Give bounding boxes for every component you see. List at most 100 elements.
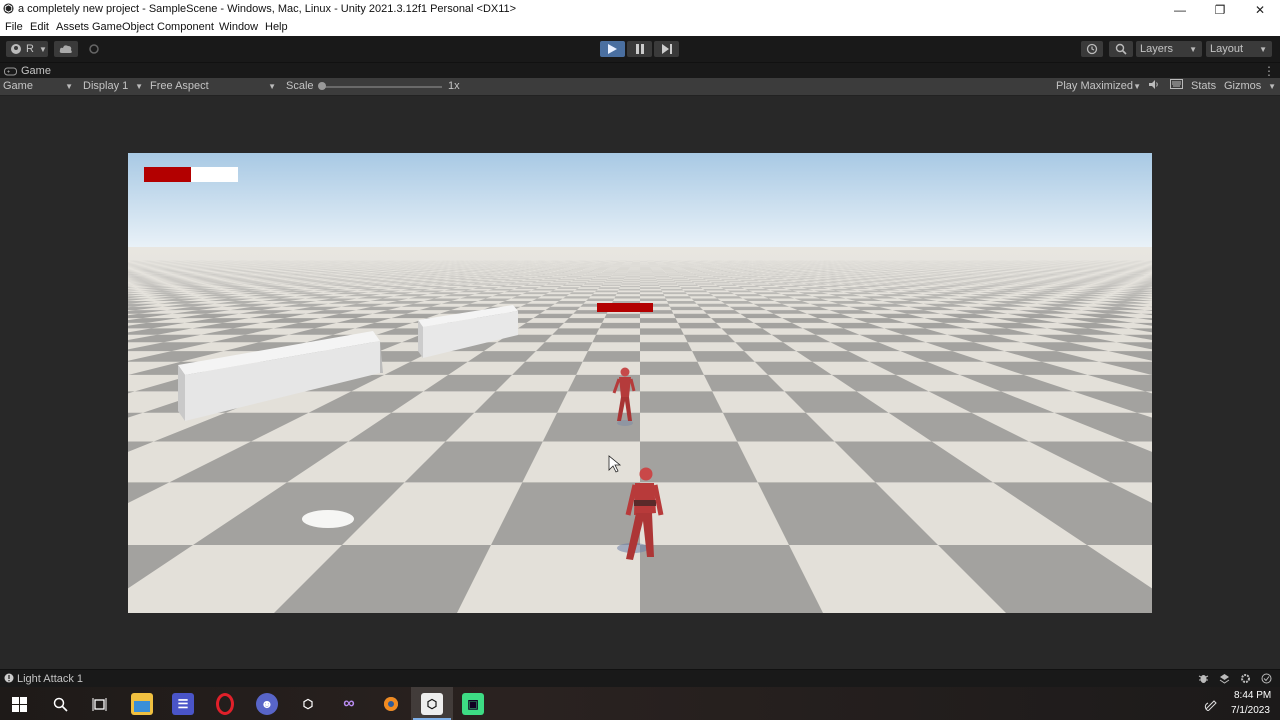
android-studio-icon[interactable]: ▣ xyxy=(462,693,484,715)
blender-icon[interactable] xyxy=(380,693,402,715)
cloud-button[interactable] xyxy=(54,41,78,57)
gizmos-dropdown[interactable]: Gizmos ▼ xyxy=(1224,80,1276,92)
minimize-button[interactable]: — xyxy=(1160,0,1200,19)
chevron-down-icon: ▼ xyxy=(1259,44,1267,54)
search-icon xyxy=(1115,43,1127,55)
menu-window[interactable]: Window xyxy=(219,21,258,33)
close-button[interactable]: ✕ xyxy=(1240,0,1280,19)
title-bar: a completely new project - SampleScene -… xyxy=(0,0,1280,19)
floor-tile xyxy=(535,342,593,352)
play-icon xyxy=(608,44,617,54)
floor-tile xyxy=(683,334,736,343)
scale-label: Scale xyxy=(286,80,314,92)
settings-icon[interactable] xyxy=(1240,673,1251,684)
floor-tile xyxy=(552,328,600,335)
layout-label: Layout xyxy=(1210,43,1244,55)
unity-icon[interactable]: ⬡ xyxy=(421,693,443,715)
layers-icon[interactable] xyxy=(1219,673,1230,684)
game-scene xyxy=(128,153,1152,613)
restore-button[interactable]: ❐ xyxy=(1200,0,1240,19)
chevron-down-icon: ▼ xyxy=(1268,82,1276,91)
gear-icon xyxy=(89,44,99,54)
pen-icon[interactable] xyxy=(1204,697,1218,711)
chevron-down-icon: ▼ xyxy=(38,44,47,54)
menu-file[interactable]: File xyxy=(5,21,23,33)
main-toolbar: R ▼ Layers ▼ Layout ▼ xyxy=(0,36,1280,62)
tab-row: Game ⋮ xyxy=(0,62,1280,79)
floor-tile xyxy=(599,322,640,329)
search-button[interactable] xyxy=(1109,41,1133,57)
floor-tile xyxy=(677,322,722,329)
keyboard-icon xyxy=(1170,79,1183,89)
vs-icon[interactable]: ∞ xyxy=(338,693,360,715)
menu-assets[interactable]: Assets xyxy=(56,21,89,33)
floor-tile xyxy=(542,412,640,442)
menu-edit[interactable]: Edit xyxy=(30,21,49,33)
layers-dropdown[interactable]: Layers ▼ xyxy=(1136,41,1202,57)
cloud-icon xyxy=(59,45,72,53)
taskbar: ☰ ☻ ⬡ ∞ ⬡ ▣ 8:44 PM 7/1/2023 xyxy=(0,687,1280,720)
visual-studio-icon[interactable]: ☰ xyxy=(172,693,194,715)
windows-start-icon[interactable] xyxy=(12,697,27,712)
scale-slider-handle[interactable] xyxy=(318,82,326,90)
play-mode-dropdown[interactable]: Play Maximized ▼ xyxy=(1056,80,1142,92)
floor-tile xyxy=(711,318,754,323)
play-button[interactable] xyxy=(600,41,625,57)
floor-tile xyxy=(640,328,684,335)
display-dropdown[interactable]: Display 1 ▼ xyxy=(83,80,145,92)
scale-value: 1x xyxy=(448,80,460,92)
step-button[interactable] xyxy=(654,41,679,57)
chevron-down-icon: ▼ xyxy=(135,82,143,91)
spawn-disc xyxy=(302,510,354,528)
unity-hub-icon[interactable]: ⬡ xyxy=(297,693,319,715)
collab-button[interactable] xyxy=(84,41,104,57)
floor-tile xyxy=(640,391,723,413)
pause-button[interactable] xyxy=(627,41,652,57)
floor-tile xyxy=(692,351,755,362)
view-mode-dropdown[interactable]: Game ▼ xyxy=(3,80,75,92)
aspect-dropdown[interactable]: Free Aspect ▼ xyxy=(150,80,278,92)
game-viewport[interactable] xyxy=(128,153,1152,613)
account-button[interactable]: R ▼ xyxy=(6,41,48,57)
task-view-icon[interactable] xyxy=(92,697,107,712)
chevron-down-icon: ▼ xyxy=(65,82,73,91)
bug-icon[interactable] xyxy=(1198,673,1209,684)
search-icon[interactable] xyxy=(53,697,68,712)
status-message[interactable]: Light Attack 1 xyxy=(17,673,83,685)
layers-label: Layers xyxy=(1140,43,1174,55)
menu-help[interactable]: Help xyxy=(265,21,288,33)
chevron-down-icon: ▼ xyxy=(268,82,276,91)
discord-icon[interactable]: ☻ xyxy=(256,693,278,715)
opera-icon[interactable] xyxy=(214,693,236,715)
unity-icon xyxy=(3,3,14,14)
gizmos-label: Gizmos xyxy=(1224,80,1262,92)
menu-bar: File Edit Assets GameObject Component Wi… xyxy=(0,19,1280,36)
display-label: Display 1 xyxy=(83,80,129,92)
game-view-toolbar: Game ▼ Display 1 ▼ Free Aspect ▼ Scale 1… xyxy=(0,78,1280,96)
shortcuts-button[interactable] xyxy=(1170,79,1183,92)
history-button[interactable] xyxy=(1081,41,1103,57)
floor-tile xyxy=(582,351,640,362)
scale-slider-track[interactable] xyxy=(320,86,442,88)
info-icon xyxy=(4,673,14,683)
check-icon[interactable] xyxy=(1261,673,1272,684)
account-label: R xyxy=(26,43,34,55)
speaker-icon xyxy=(1149,80,1158,89)
mute-audio-button[interactable] xyxy=(1149,79,1160,93)
floor-tile xyxy=(640,361,704,375)
file-explorer-icon[interactable] xyxy=(131,693,153,715)
stats-button[interactable]: Stats xyxy=(1191,80,1216,92)
player-health-bar-fill xyxy=(144,167,191,182)
account-icon xyxy=(11,44,21,54)
game-controller-icon xyxy=(4,67,17,75)
taskbar-time[interactable]: 8:44 PM xyxy=(1234,690,1271,701)
layout-dropdown[interactable]: Layout ▼ xyxy=(1206,41,1272,57)
more-options-icon[interactable]: ⋮ xyxy=(1263,64,1275,78)
taskbar-date[interactable]: 7/1/2023 xyxy=(1231,705,1270,716)
window-title: a completely new project - SampleScene -… xyxy=(18,3,517,15)
menu-gameobject[interactable]: GameObject xyxy=(92,21,154,33)
floor-tile xyxy=(564,318,605,323)
tab-game[interactable]: Game xyxy=(4,64,51,78)
menu-component[interactable]: Component xyxy=(157,21,214,33)
pause-icon xyxy=(635,44,644,54)
